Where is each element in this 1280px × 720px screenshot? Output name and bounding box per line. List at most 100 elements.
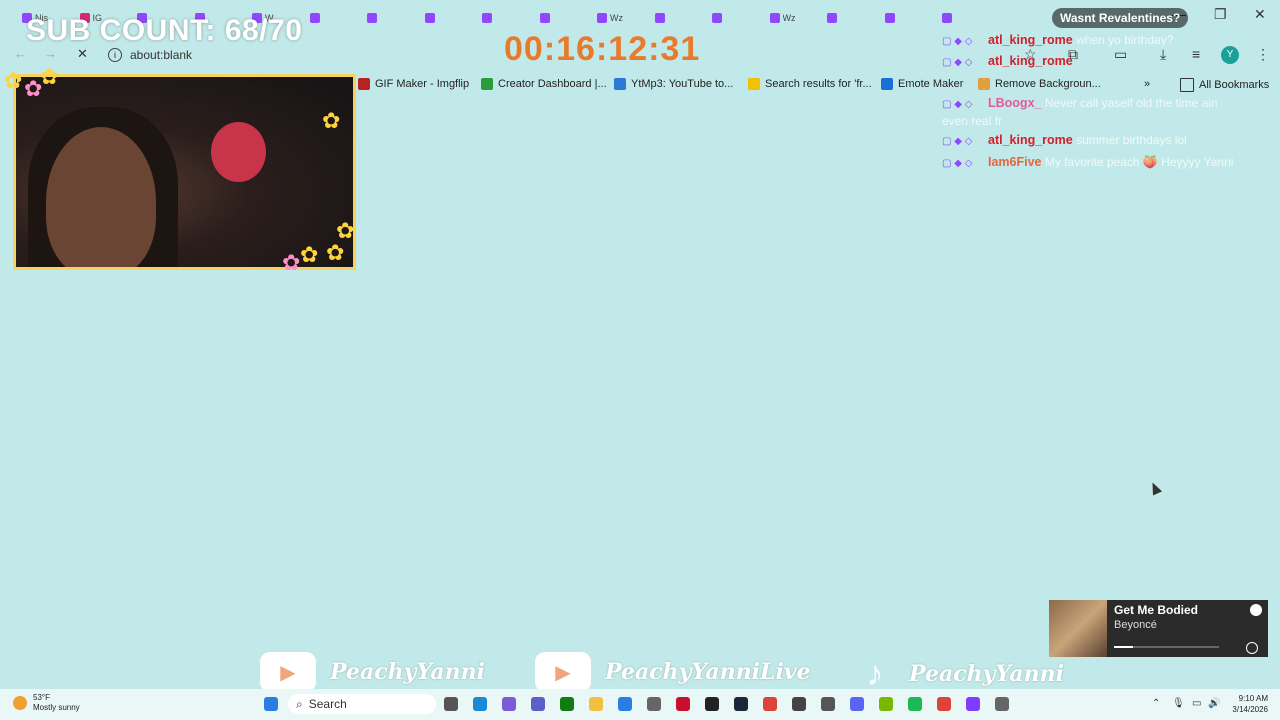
sun-icon [13,696,27,710]
chat-bubble: Wasnt Revalentines? [1052,8,1189,28]
flower-icon: ✿ [282,250,301,275]
chat-message: ▢ ◆ ◇ atl_king_rome [942,53,1242,71]
tab-label: Wz [610,13,623,23]
browser-tab[interactable] [884,8,941,28]
bookmark-favicon-icon [481,78,493,90]
menu-icon[interactable]: ⋮ [1256,46,1270,63]
volume-icon[interactable]: 🔊 [1208,698,1220,709]
discord-icon[interactable] [850,697,864,711]
bookmark-favicon-icon [614,78,626,90]
twitch-icon [884,13,895,23]
social-youtube-2: ▶ PeachyYanniLive [535,652,811,692]
taskbar-search[interactable]: ⌕ Search [288,694,436,714]
bookmark-item[interactable]: YtMp3: YouTube to... [614,78,733,90]
browser-tab[interactable] [367,8,423,28]
twitch-icon [482,13,492,23]
bookmark-item[interactable]: Creator Dashboard |... [481,78,607,90]
spotify-icon[interactable] [908,697,922,711]
browser-tab[interactable] [539,8,596,28]
chat-username: atl_king_rome [988,33,1073,47]
back-icon[interactable]: ← [14,46,27,61]
browser-tab[interactable] [309,8,366,28]
bookmark-label: GIF Maker - Imgflip [375,78,470,90]
weather-condition: Mostly sunny [33,703,80,712]
chrome-icon[interactable] [763,697,777,711]
microphone-icon[interactable]: 🎙 [1172,698,1185,709]
bookmarks-overflow-icon[interactable]: » [1144,78,1150,90]
flower-icon: ✿ [300,242,319,267]
app-icon[interactable] [821,697,835,711]
all-bookmarks-button[interactable]: All Bookmarks [1180,78,1269,92]
restore-icon[interactable]: ❐ [1214,6,1227,23]
teams-icon[interactable] [531,697,545,711]
chat-username: atl_king_rome [988,133,1073,147]
twitch-icon [597,13,607,23]
chat-text: My favorite peach 🍑 Heyyyy Yanni [1041,155,1234,169]
browser-tab[interactable] [654,8,711,28]
chat-badges-icon: ▢ ◆ ◇ [942,158,973,169]
youtube-icon: ▶ [260,652,316,692]
browser-tab[interactable] [712,8,768,28]
chat-username: Iam6Five [988,155,1042,169]
twitch-icon [769,13,780,23]
plush-toy [211,122,266,182]
bookmark-item[interactable]: GIF Maker - Imgflip [358,78,469,90]
browser-tab[interactable] [942,8,998,28]
tab-label: Wz [782,13,796,23]
obs-icon[interactable] [792,697,806,711]
weather-widget[interactable]: 53°F Mostly sunny [13,693,80,713]
bookmark-item[interactable]: Remove Backgroun... [978,78,1101,90]
network-icon[interactable]: ▭ [1192,698,1201,709]
windows-start-icon[interactable] [264,697,278,711]
taskbar-clock[interactable]: 9:10 AM 3/14/2026 [1222,693,1268,715]
mouse-cursor [1147,480,1163,496]
spotify-icon [1250,604,1262,616]
youtube-icon: ▶ [535,652,591,692]
chat-badges-icon: ▢ ◆ ◇ [942,36,973,47]
steam-icon[interactable] [734,697,748,711]
social-handle: PeachyYanni [909,661,1064,687]
browser-tab[interactable] [424,8,481,28]
info-icon[interactable]: i [108,48,122,62]
bookmark-label: Emote Maker [898,78,964,90]
nvidia-icon[interactable] [879,697,893,711]
flower-icon: ✿ [322,108,341,133]
chrome-icon[interactable] [937,697,951,711]
folder-icon [1180,78,1194,92]
browser-tab[interactable] [482,8,538,28]
chat-badges-icon: ▢ ◆ ◇ [942,136,973,147]
notepad-icon[interactable] [647,697,661,711]
chat-text: summer birthdays lol [1072,133,1187,147]
close-icon[interactable]: ✕ [1254,6,1266,23]
flower-icon: ✿ [326,240,345,265]
xbox-icon[interactable] [560,697,574,711]
bookmark-label: YtMp3: YouTube to... [631,78,734,90]
social-handle: PeachyYanniLive [605,659,811,685]
bookmark-label: Remove Backgroun... [995,78,1101,90]
forward-icon[interactable]: → [44,46,57,61]
bookmark-favicon-icon [358,78,370,90]
browser-tab[interactable]: Wz [597,8,653,28]
file-explorer-icon[interactable] [589,697,603,711]
bookmark-item[interactable]: Emote Maker [881,78,963,90]
browser-tab[interactable]: Wz [769,8,826,28]
copilot-icon[interactable] [502,697,516,711]
store-icon[interactable] [618,697,632,711]
stop-loading-icon[interactable]: ✕ [77,46,88,62]
song-title: Get Me Bodied [1114,603,1199,617]
flower-icon: ✿ [40,64,59,89]
twitch-icon [367,13,377,23]
stream-timer: 00:16:12:31 [504,30,701,68]
task-view-icon[interactable] [444,697,458,711]
bookmark-favicon-icon [748,78,760,90]
app-icon[interactable] [966,697,980,711]
settings-icon[interactable] [995,697,1009,711]
edge-icon[interactable] [473,697,487,711]
capcut-icon[interactable] [705,697,719,711]
show-hidden-icons[interactable]: ⌃ [1152,698,1160,709]
record-icon [1246,642,1258,654]
browser-tab[interactable] [827,8,883,28]
bookmark-item[interactable]: Search results for 'fr... [748,78,872,90]
acrobat-icon[interactable] [676,697,690,711]
bookmark-label: Creator Dashboard |... [498,78,607,90]
